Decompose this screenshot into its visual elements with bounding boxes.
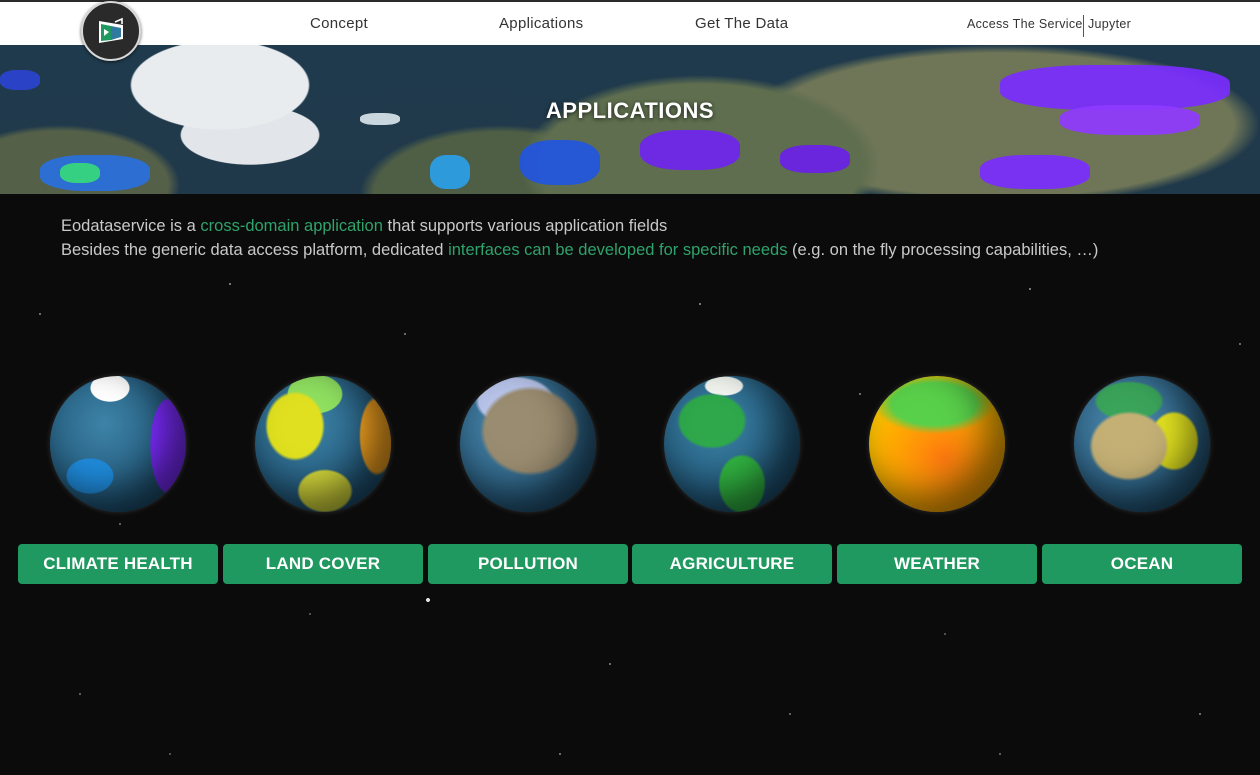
intro-highlight-cross-domain: cross-domain application <box>200 217 383 235</box>
map-overlay <box>980 155 1090 189</box>
nav-link-jupyter[interactable]: Jupyter <box>1088 17 1131 31</box>
site-logo[interactable] <box>81 1 141 61</box>
agriculture-globe-icon[interactable] <box>664 376 800 512</box>
agriculture-button[interactable]: AGRICULTURE <box>632 544 832 584</box>
land-cover-globe-icon[interactable] <box>255 376 391 512</box>
intro-line-2: Besides the generic data access platform… <box>61 238 1181 262</box>
intro-text: Eodataservice is a cross-domain applicat… <box>61 214 1181 262</box>
map-overlay <box>430 155 470 189</box>
intro-line-2-suffix: (e.g. on the fly processing capabilities… <box>787 241 1099 259</box>
land-cover-button[interactable]: LAND COVER <box>223 544 423 584</box>
intro-line-1-suffix: that supports various application fields <box>382 217 668 235</box>
weather-button[interactable]: WEATHER <box>837 544 1037 584</box>
starfield-background <box>0 194 1260 775</box>
page-title: APPLICATIONS <box>545 98 715 123</box>
nav-link-get-the-data[interactable]: Get The Data <box>695 15 788 32</box>
intro-line-1: Eodataservice is a cross-domain applicat… <box>61 214 1181 238</box>
map-overlay <box>780 145 850 173</box>
intro-highlight-interfaces: interfaces can be developed for specific… <box>448 241 788 259</box>
pollution-button[interactable]: POLLUTION <box>428 544 628 584</box>
hero-banner: APPLICATIONS <box>0 45 1260 194</box>
top-navigation-bar: Concept Applications Get The Data Access… <box>0 0 1260 45</box>
ocean-globe-icon[interactable] <box>1074 376 1210 512</box>
nav-link-applications[interactable]: Applications <box>499 15 583 32</box>
climate-health-button[interactable]: CLIMATE HEALTH <box>18 544 218 584</box>
pollution-globe-icon[interactable] <box>460 376 596 512</box>
intro-line-2-prefix: Besides the generic data access platform… <box>61 241 449 259</box>
weather-globe-icon[interactable] <box>869 376 1005 512</box>
nav-link-concept[interactable]: Concept <box>310 15 368 32</box>
intro-line-1-prefix: Eodataservice is a <box>61 217 201 235</box>
climate-health-globe-icon[interactable] <box>50 376 186 512</box>
map-overlay <box>520 140 600 185</box>
ocean-button[interactable]: OCEAN <box>1042 544 1242 584</box>
map-overlay <box>640 130 740 170</box>
map-overlay <box>0 70 40 90</box>
nav-link-access-the-service[interactable]: Access The Service <box>967 17 1083 31</box>
map-overlay <box>60 163 100 183</box>
logo-icon <box>99 17 123 43</box>
nav-divider <box>1083 15 1084 37</box>
